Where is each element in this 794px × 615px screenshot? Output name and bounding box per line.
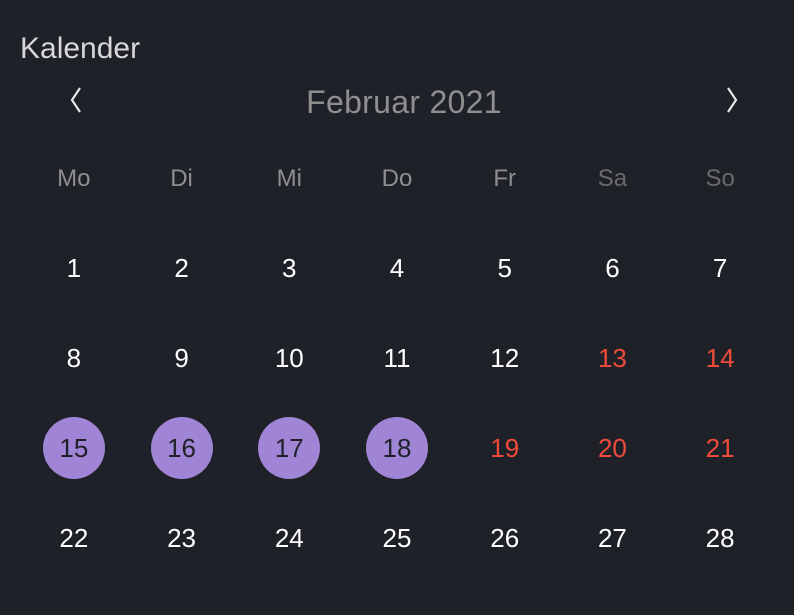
day-cell: 6 [559, 237, 667, 299]
day-cell: 21 [666, 417, 774, 479]
day-cell: 24 [235, 507, 343, 569]
day-button[interactable]: 10 [258, 327, 320, 389]
day-button[interactable]: 24 [258, 507, 320, 569]
day-cell: 25 [343, 507, 451, 569]
day-button[interactable]: 25 [366, 507, 428, 569]
calendar-title: Kalender [0, 0, 794, 66]
day-cell: 8 [20, 327, 128, 389]
day-cell: 14 [666, 327, 774, 389]
day-cell: 4 [343, 237, 451, 299]
day-cell: 10 [235, 327, 343, 389]
day-cell: 15 [20, 417, 128, 479]
weekday-label: Fr [451, 165, 559, 193]
day-cell: 20 [559, 417, 667, 479]
month-navigation: Februar 2021 [0, 66, 794, 121]
prev-month-button[interactable] [62, 89, 90, 117]
weekday-label: Di [128, 165, 236, 193]
weekday-header-row: MoDiMiDoFrSaSo [0, 165, 794, 193]
day-button[interactable]: 23 [151, 507, 213, 569]
next-month-button[interactable] [718, 89, 746, 117]
day-cell: 28 [666, 507, 774, 569]
weekday-label: Mo [20, 165, 128, 193]
day-cell: 19 [451, 417, 559, 479]
weekday-label: Do [343, 165, 451, 193]
day-cell: 26 [451, 507, 559, 569]
day-button[interactable]: 7 [689, 237, 751, 299]
day-button[interactable]: 22 [43, 507, 105, 569]
day-cell: 16 [128, 417, 236, 479]
weekday-label: Sa [559, 165, 667, 193]
chevron-right-icon [724, 86, 740, 119]
day-button[interactable]: 28 [689, 507, 751, 569]
day-button[interactable]: 4 [366, 237, 428, 299]
day-button[interactable]: 27 [581, 507, 643, 569]
day-button[interactable]: 5 [474, 237, 536, 299]
day-button[interactable]: 11 [366, 327, 428, 389]
day-button[interactable]: 21 [689, 417, 751, 479]
day-cell: 22 [20, 507, 128, 569]
weekday-label: Mi [235, 165, 343, 193]
day-cell: 1 [20, 237, 128, 299]
month-year-label: Februar 2021 [306, 84, 502, 121]
day-cell: 9 [128, 327, 236, 389]
day-button[interactable]: 19 [474, 417, 536, 479]
day-cell: 12 [451, 327, 559, 389]
day-button[interactable]: 2 [151, 237, 213, 299]
day-button[interactable]: 20 [581, 417, 643, 479]
day-cell: 27 [559, 507, 667, 569]
day-cell: 3 [235, 237, 343, 299]
day-button[interactable]: 17 [258, 417, 320, 479]
day-button[interactable]: 13 [581, 327, 643, 389]
day-button[interactable]: 16 [151, 417, 213, 479]
day-cell: 18 [343, 417, 451, 479]
day-button[interactable]: 18 [366, 417, 428, 479]
day-cell: 7 [666, 237, 774, 299]
day-button[interactable]: 26 [474, 507, 536, 569]
day-button[interactable]: 1 [43, 237, 105, 299]
day-cell: 11 [343, 327, 451, 389]
day-button[interactable]: 9 [151, 327, 213, 389]
day-button[interactable]: 12 [474, 327, 536, 389]
day-cell: 17 [235, 417, 343, 479]
day-button[interactable]: 6 [581, 237, 643, 299]
day-cell: 23 [128, 507, 236, 569]
day-button[interactable]: 8 [43, 327, 105, 389]
day-cell: 13 [559, 327, 667, 389]
day-cell: 5 [451, 237, 559, 299]
day-button[interactable]: 3 [258, 237, 320, 299]
day-button[interactable]: 14 [689, 327, 751, 389]
days-grid: 1234567891011121314151617181920212223242… [0, 237, 794, 569]
day-button[interactable]: 15 [43, 417, 105, 479]
chevron-left-icon [68, 86, 84, 119]
day-cell: 2 [128, 237, 236, 299]
weekday-label: So [666, 165, 774, 193]
